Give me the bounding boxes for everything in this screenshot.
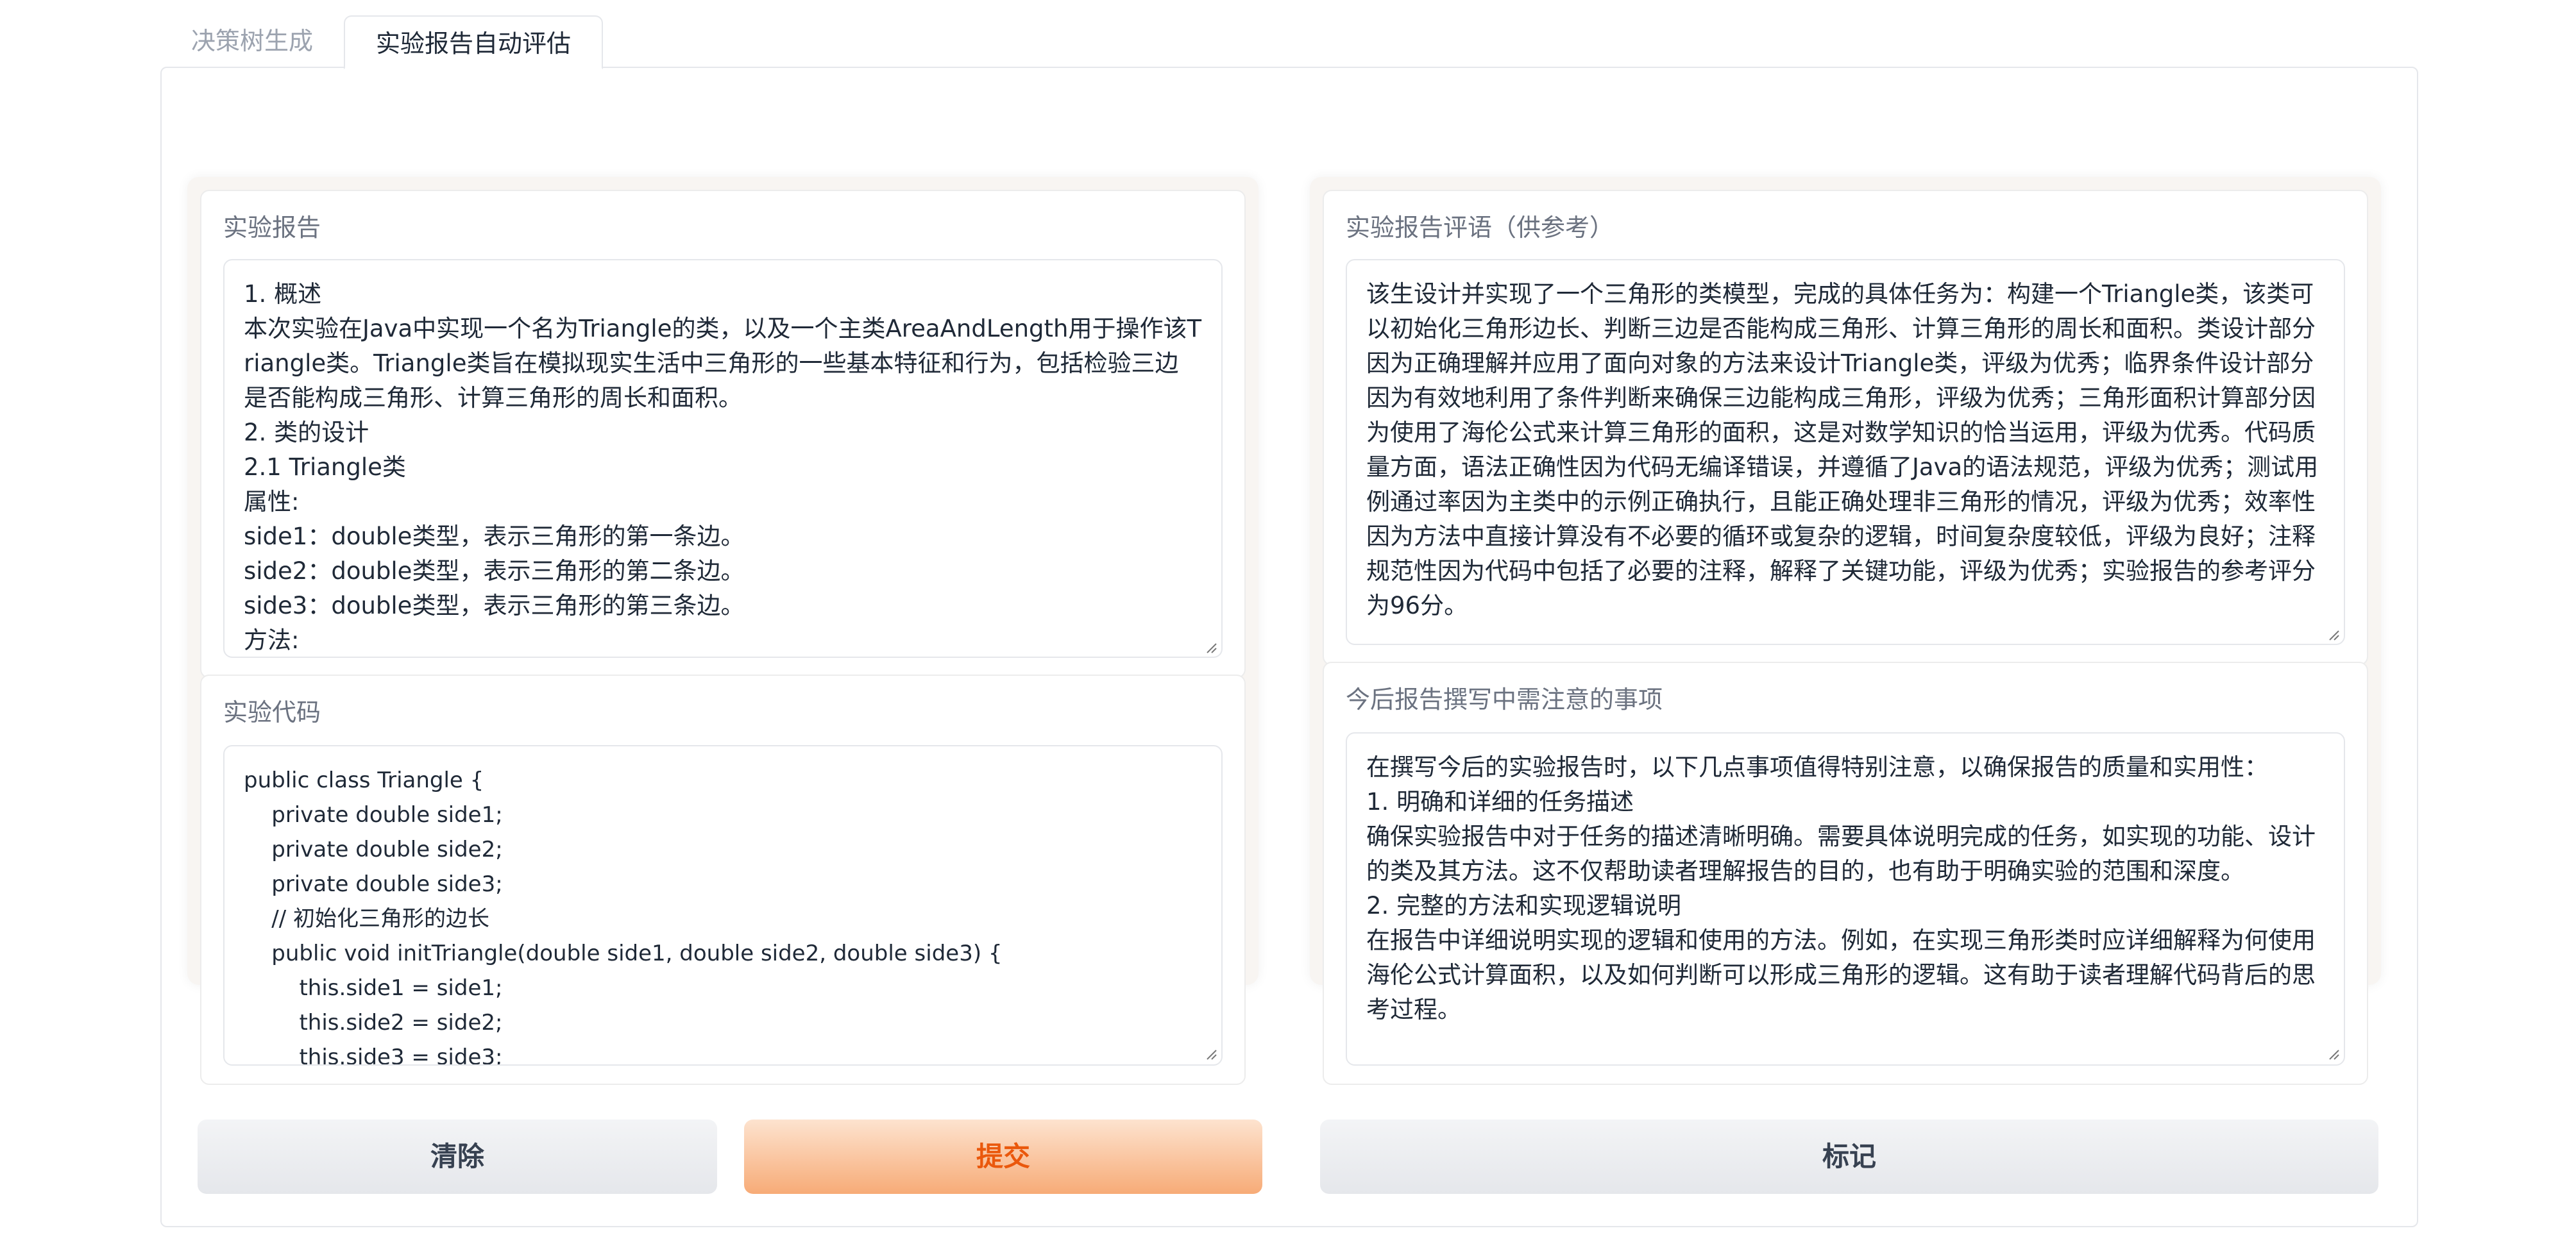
- code-label: 实验代码: [223, 698, 321, 726]
- output-column: 实验报告评语（供参考） 该生设计并实现了一个三角形的类模型，完成的具体任务为：构…: [1310, 177, 2381, 1085]
- submit-button[interactable]: 提交: [744, 1120, 1262, 1194]
- clear-button[interactable]: 清除: [198, 1120, 717, 1194]
- report-label: 实验报告: [223, 214, 321, 242]
- mark-button[interactable]: 标记: [1320, 1120, 2378, 1194]
- input-column: 实验报告 1. 概述 本次实验在Java中实现一个名为Triangle的类，以及…: [187, 177, 1258, 1085]
- tab-report-evaluation[interactable]: 实验报告自动评估: [344, 15, 604, 69]
- resize-handle-icon[interactable]: [2326, 627, 2340, 641]
- report-textarea[interactable]: 1. 概述 本次实验在Java中实现一个名为Triangle的类，以及一个主类A…: [223, 259, 1223, 658]
- report-block: 实验报告 1. 概述 本次实验在Java中实现一个名为Triangle的类，以及…: [200, 190, 1246, 678]
- comment-label: 实验报告评语（供参考）: [1346, 214, 1614, 242]
- notes-textarea[interactable]: 在撰写今后的实验报告时，以下几点事项值得特别注意，以确保报告的质量和实用性： 1…: [1346, 732, 2345, 1066]
- notes-label: 今后报告撰写中需注意的事项: [1346, 685, 1663, 714]
- resize-handle-icon[interactable]: [1203, 1046, 1217, 1061]
- tab-decision-tree[interactable]: 决策树生成: [160, 14, 344, 68]
- resize-handle-icon[interactable]: [1203, 640, 1217, 654]
- comment-block: 实验报告评语（供参考） 该生设计并实现了一个三角形的类模型，完成的具体任务为：构…: [1323, 190, 2368, 666]
- resize-handle-icon[interactable]: [2326, 1046, 2340, 1061]
- tab-bar: 决策树生成 实验报告自动评估: [160, 14, 604, 69]
- comment-textarea[interactable]: 该生设计并实现了一个三角形的类模型，完成的具体任务为：构建一个Triangle类…: [1346, 259, 2345, 645]
- notes-block: 今后报告撰写中需注意的事项 在撰写今后的实验报告时，以下几点事项值得特别注意，以…: [1323, 662, 2368, 1085]
- code-textarea[interactable]: public class Triangle { private double s…: [223, 745, 1223, 1066]
- code-block: 实验代码 public class Triangle { private dou…: [200, 675, 1246, 1085]
- main-panel: 实验报告 1. 概述 本次实验在Java中实现一个名为Triangle的类，以及…: [160, 67, 2418, 1227]
